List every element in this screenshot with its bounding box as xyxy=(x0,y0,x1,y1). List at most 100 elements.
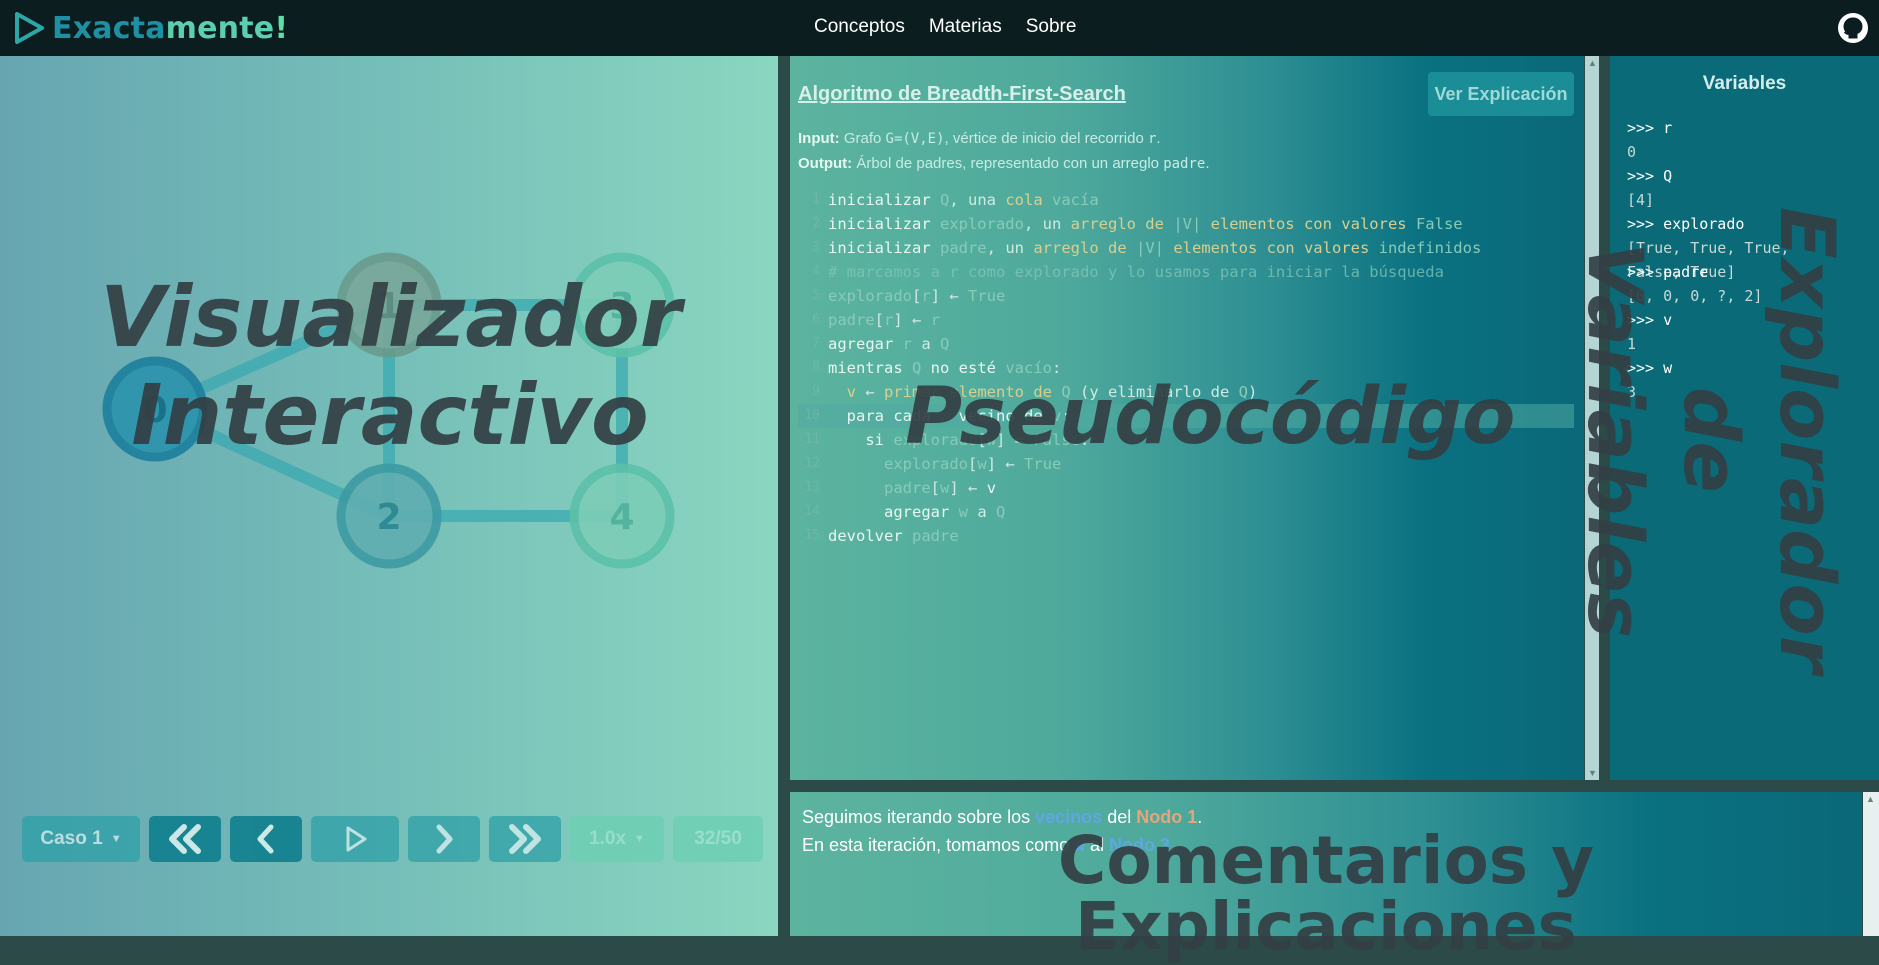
chevron-down-icon: ▼ xyxy=(634,833,645,845)
next-step-button[interactable] xyxy=(408,816,480,862)
visualizer-overlay-line1: Visualizador xyxy=(100,268,682,366)
chevron-left-icon xyxy=(257,824,274,854)
prev-step-button[interactable] xyxy=(230,816,302,862)
node-label-4: 4 xyxy=(609,497,634,538)
line-number: 3 xyxy=(812,240,820,255)
code-token: padre xyxy=(939,239,987,257)
line-number: 10 xyxy=(804,408,820,423)
input-text-3: . xyxy=(1156,130,1161,147)
pseudocode-lines: 1 inicializar Q, una cola vacía 2 inicializ… xyxy=(798,188,1574,548)
input-text-2: , vértice de inicio del recorrido xyxy=(944,130,1144,147)
variables-overlay-line2: de Variables xyxy=(1571,241,1756,639)
scroll-up-icon[interactable]: ▲ xyxy=(1588,58,1597,68)
play-button[interactable] xyxy=(311,816,399,862)
comments-overlay-label: Comentarios y Explicaciones xyxy=(1057,822,1595,965)
code-token: elementos con valores xyxy=(1201,215,1416,233)
code-token: r xyxy=(930,311,941,329)
chevron-down-icon: ▼ xyxy=(110,833,122,845)
code-token: padre xyxy=(912,527,959,545)
nav-link-sobre[interactable]: Sobre xyxy=(1026,16,1077,38)
code-token: inicializar xyxy=(828,191,940,209)
code-token: a xyxy=(912,335,940,353)
visualizer-panel: 0 1 2 3 4 Visualizador Interactivo Caso … xyxy=(0,56,778,936)
logo[interactable]: Exactamente! xyxy=(12,10,288,46)
code-token: , una xyxy=(949,191,1006,209)
graph-node-4[interactable]: 4 xyxy=(569,463,675,569)
visualizer-overlay-line2: Interactivo xyxy=(131,366,649,464)
first-step-button[interactable] xyxy=(149,816,221,862)
code-token: si xyxy=(865,431,894,449)
line-number: 7 xyxy=(812,336,820,351)
code-token: w xyxy=(958,503,968,521)
variables-overlay-label: Explorador de Variables xyxy=(1571,140,1855,673)
code-line: 1 inicializar Q, una cola vacía xyxy=(798,188,1574,212)
code-token: ] ← xyxy=(893,311,931,329)
play-icon xyxy=(346,826,367,852)
code-token: vacía xyxy=(1042,191,1099,209)
variables-overlay-line1: Explorador xyxy=(1763,206,1852,674)
double-chevron-left-icon xyxy=(169,824,201,854)
code-line: 13 padre[w] ← v xyxy=(798,476,1574,500)
code-token: agregar xyxy=(828,335,903,353)
case-select[interactable]: Caso 1 ▼ xyxy=(22,816,140,862)
code-token: r xyxy=(884,311,894,329)
code-token: [ xyxy=(874,311,885,329)
code-line: 6 padre[r] ← r xyxy=(798,308,1574,332)
view-explanation-button[interactable]: Ver Explicación xyxy=(1428,72,1574,116)
last-step-button[interactable] xyxy=(489,816,561,862)
code-token: w xyxy=(940,479,950,497)
graph-node-2[interactable]: 2 xyxy=(336,463,442,569)
comments-scrollbar[interactable]: ▲ xyxy=(1863,792,1879,936)
speed-select[interactable]: 1.0x ▼ xyxy=(570,816,664,862)
code-line: 15 devolver padre xyxy=(798,524,1574,548)
logo-text: Exactamente! xyxy=(52,11,288,46)
code-token: agregar xyxy=(884,503,959,521)
logo-text-part1: Exacta xyxy=(52,10,166,46)
scroll-down-icon[interactable]: ▼ xyxy=(1588,768,1597,778)
line-number: 5 xyxy=(812,288,820,303)
playback-controls: Caso 1 ▼ 1.0x ▼ 32/50 xyxy=(22,816,763,862)
visualizer-overlay-label: Visualizador Interactivo xyxy=(100,268,682,464)
code-token: inicializar xyxy=(828,215,940,233)
code-token: inicializar xyxy=(828,239,940,257)
variable-prompt: >>> r xyxy=(1627,119,1673,137)
double-chevron-right-icon xyxy=(509,824,541,854)
code-token: [ xyxy=(930,479,941,497)
algorithm-title-link[interactable]: Algoritmo de Breadth-First-Search xyxy=(798,83,1126,106)
code-token: , un xyxy=(986,239,1034,257)
input-code-1: G=(V,E) xyxy=(885,131,945,147)
code-token: ] ← xyxy=(930,287,969,305)
line-number: 12 xyxy=(804,456,820,471)
speed-select-label: 1.0x xyxy=(589,828,627,849)
line-number: 6 xyxy=(812,312,820,327)
code-token: ] ← xyxy=(949,479,987,497)
play-logo-icon xyxy=(15,12,44,44)
logo-text-part2: mente xyxy=(165,10,275,46)
code-token: |V| xyxy=(1135,239,1164,257)
node-label-2: 2 xyxy=(376,497,401,538)
line-number: 14 xyxy=(804,504,820,519)
code-token: indefinidos xyxy=(1378,239,1482,257)
scroll-up-icon[interactable]: ▲ xyxy=(1866,794,1875,804)
code-token: mientras xyxy=(828,359,912,377)
code-token: devolver xyxy=(828,527,912,545)
code-token: Q xyxy=(996,503,1006,521)
line-number: 15 xyxy=(804,528,820,543)
line-number: 8 xyxy=(812,360,820,375)
code-line: 3 inicializar padre, un arreglo de |V| el… xyxy=(798,236,1574,260)
code-token: cola xyxy=(1005,191,1043,209)
code-token: # marcamos a r como explorado y lo usamo… xyxy=(828,263,1444,281)
chevron-right-icon xyxy=(436,824,453,854)
nav-link-materias[interactable]: Materias xyxy=(929,16,1002,38)
code-line: 2 inicializar explorado, un arreglo de |V… xyxy=(798,212,1574,236)
github-icon[interactable] xyxy=(1837,12,1869,44)
nav-link-conceptos[interactable]: Conceptos xyxy=(814,16,905,38)
nav-links: Conceptos Materias Sobre xyxy=(814,16,1076,38)
output-text-2: . xyxy=(1205,155,1210,172)
code-token: a xyxy=(968,503,996,521)
code-token: padre xyxy=(884,479,931,497)
